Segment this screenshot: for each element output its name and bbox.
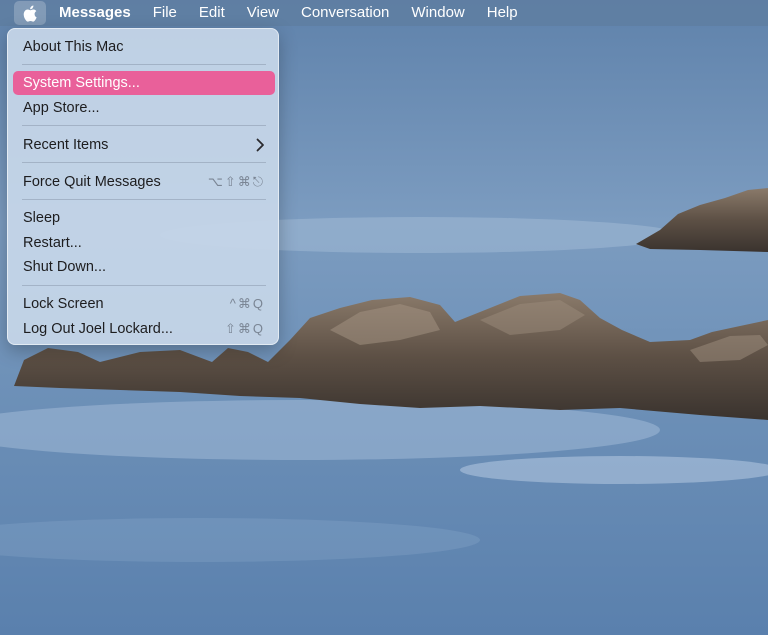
menu-item-label: Restart...	[23, 235, 82, 251]
apple-logo-icon	[23, 5, 37, 22]
menubar-window[interactable]: Window	[400, 0, 475, 26]
menu-item-lock-screen[interactable]: Lock Screen ^⌘Q	[13, 292, 275, 316]
menu-separator	[22, 64, 266, 65]
menu-separator	[22, 162, 266, 163]
menubar-edit[interactable]: Edit	[188, 0, 236, 26]
menubar-app-name[interactable]: Messages	[46, 0, 142, 26]
menu-item-sleep[interactable]: Sleep	[13, 206, 275, 230]
menu-item-about-this-mac[interactable]: About This Mac	[13, 35, 275, 59]
menu-item-label: System Settings...	[23, 75, 140, 91]
menubar-conversation[interactable]: Conversation	[290, 0, 400, 26]
menu-separator	[22, 125, 266, 126]
apple-menu-button[interactable]	[14, 1, 46, 25]
lock-screen-shortcut: ^⌘Q	[229, 296, 265, 311]
menubar-help[interactable]: Help	[476, 0, 529, 26]
menu-item-shut-down[interactable]: Shut Down...	[13, 255, 275, 279]
menu-separator	[22, 285, 266, 286]
apple-dropdown-menu: About This Mac System Settings... App St…	[7, 28, 279, 345]
menu-item-recent-items[interactable]: Recent Items	[13, 133, 275, 157]
menu-item-log-out[interactable]: Log Out Joel Lockard... ⇧⌘Q	[13, 317, 275, 341]
menu-item-label: Log Out Joel Lockard...	[23, 321, 173, 337]
menu-item-system-settings[interactable]: System Settings...	[13, 71, 275, 95]
menubar-view[interactable]: View	[236, 0, 290, 26]
menu-item-label: Force Quit Messages	[23, 174, 161, 190]
menu-item-label: Sleep	[23, 210, 61, 226]
menubar-file[interactable]: File	[142, 0, 188, 26]
menu-item-label: App Store...	[23, 100, 100, 116]
menu-separator	[22, 199, 266, 200]
menu-item-label: Lock Screen	[23, 296, 104, 312]
menu-item-force-quit[interactable]: Force Quit Messages ⌥⇧⌘⎋	[13, 170, 275, 194]
menu-item-label: Shut Down...	[23, 259, 107, 275]
menu-item-label: Recent Items	[23, 137, 109, 153]
menu-item-restart[interactable]: Restart...	[13, 231, 275, 255]
menu-item-app-store[interactable]: App Store...	[13, 96, 275, 120]
menu-bar: Messages File Edit View Conversation Win…	[0, 0, 768, 26]
log-out-shortcut: ⇧⌘Q	[224, 321, 265, 336]
menu-item-label: About This Mac	[23, 39, 124, 55]
chevron-right-icon	[256, 138, 264, 152]
force-quit-shortcut: ⌥⇧⌘⎋	[207, 174, 265, 189]
